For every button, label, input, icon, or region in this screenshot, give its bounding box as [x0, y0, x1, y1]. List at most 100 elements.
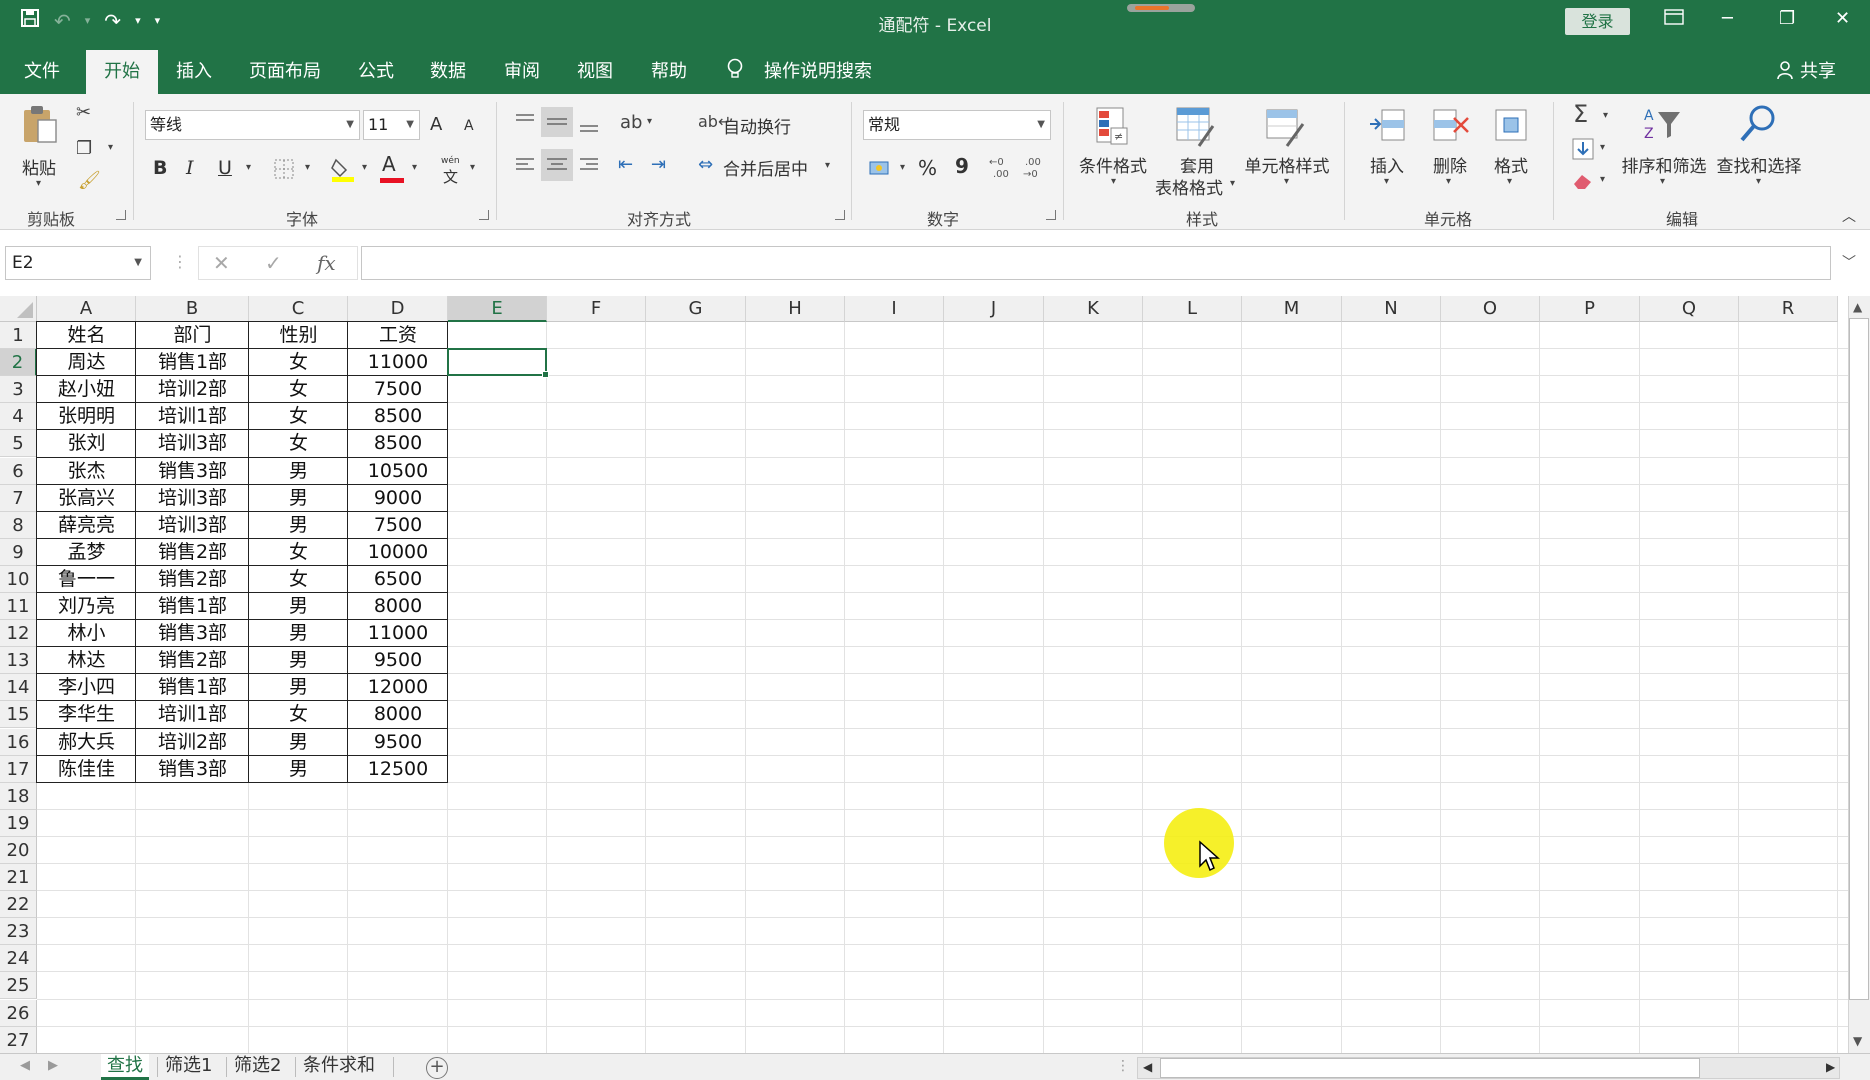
- column-header-b[interactable]: B: [136, 296, 249, 322]
- table-cell[interactable]: 培训2部: [136, 376, 249, 403]
- bold-button[interactable]: B: [153, 157, 167, 179]
- table-header-cell[interactable]: 性别: [249, 322, 348, 349]
- row-header-4[interactable]: 4: [0, 403, 37, 431]
- format-cells-label[interactable]: 格式: [1492, 152, 1530, 177]
- scroll-up-arrow[interactable]: ▲: [1853, 300, 1862, 314]
- table-cell[interactable]: 培训3部: [136, 430, 249, 457]
- sheet-tab-find[interactable]: 查找: [101, 1054, 149, 1080]
- table-cell[interactable]: 张高兴: [37, 485, 136, 512]
- select-all-button[interactable]: [0, 296, 37, 322]
- accounting-dropdown-icon[interactable]: ▾: [900, 162, 905, 173]
- table-cell[interactable]: 7500: [348, 512, 448, 539]
- table-cell[interactable]: 陈佳佳: [37, 756, 136, 783]
- scroll-right-arrow[interactable]: ▶: [1826, 1060, 1835, 1074]
- row-header-9[interactable]: 9: [0, 538, 37, 566]
- scroll-down-arrow[interactable]: ▼: [1853, 1034, 1862, 1048]
- add-sheet-button[interactable]: +: [426, 1057, 448, 1079]
- fill-down-icon[interactable]: [1572, 138, 1594, 160]
- italic-button[interactable]: I: [186, 157, 194, 179]
- align-middle-icon[interactable]: [541, 107, 573, 137]
- table-cell[interactable]: 12500: [348, 756, 448, 783]
- sheet-tab-filter1[interactable]: 筛选1: [159, 1054, 218, 1080]
- shrink-font-button[interactable]: A: [464, 118, 474, 134]
- row-header-11[interactable]: 11: [0, 593, 37, 621]
- conditional-formatting-label[interactable]: 条件格式: [1077, 152, 1149, 177]
- table-cell[interactable]: 培训3部: [136, 512, 249, 539]
- format-cells-icon[interactable]: [1492, 106, 1532, 148]
- borders-icon[interactable]: [274, 159, 294, 179]
- column-header-i[interactable]: I: [845, 296, 944, 322]
- align-left-icon[interactable]: [514, 154, 536, 176]
- sort-filter-dropdown-icon[interactable]: ▾: [1660, 176, 1665, 187]
- cell-styles-label[interactable]: 单元格样式: [1241, 152, 1333, 177]
- copy-dropdown-icon[interactable]: ▾: [108, 142, 113, 153]
- paste-icon[interactable]: [20, 104, 60, 146]
- next-sheet-icon[interactable]: ▶: [48, 1058, 58, 1073]
- fill-dropdown-icon[interactable]: ▾: [1600, 142, 1605, 153]
- find-select-label[interactable]: 查找和选择: [1713, 152, 1805, 177]
- font-color-dropdown-icon[interactable]: ▾: [412, 162, 417, 173]
- borders-dropdown-icon[interactable]: ▾: [305, 162, 310, 173]
- row-header-12[interactable]: 12: [0, 620, 37, 648]
- delete-cells-dropdown-icon[interactable]: ▾: [1446, 176, 1451, 187]
- table-cell[interactable]: 女: [249, 430, 348, 457]
- find-select-icon[interactable]: [1738, 104, 1778, 146]
- table-cell[interactable]: 男: [249, 485, 348, 512]
- row-header-21[interactable]: 21: [0, 864, 37, 892]
- collapse-ribbon-icon[interactable]: ︿: [1842, 206, 1856, 226]
- sheet-tab-conditional-sum[interactable]: 条件求和: [297, 1054, 381, 1080]
- table-cell[interactable]: 男: [249, 593, 348, 620]
- tab-page-layout[interactable]: 页面布局: [249, 57, 321, 83]
- worksheet-grid[interactable]: A B C D E F G H I J K L M N O P Q R 1 2 3 4 5 6 7 8 9 10 11 12 13 14 15 1…: [0, 296, 1848, 1053]
- row-header-15[interactable]: 15: [0, 701, 37, 729]
- table-header-cell[interactable]: 部门: [136, 322, 249, 349]
- tab-splitter-grip-icon[interactable]: ⋮: [1116, 1058, 1130, 1074]
- row-header-13[interactable]: 13: [0, 647, 37, 675]
- number-dialog-launcher[interactable]: [1046, 210, 1056, 220]
- formula-bar-grip-icon[interactable]: ⋮: [172, 252, 188, 271]
- percent-style-button[interactable]: %: [918, 156, 937, 180]
- insert-cells-dropdown-icon[interactable]: ▾: [1384, 176, 1389, 187]
- align-bottom-icon[interactable]: [578, 112, 600, 134]
- table-cell[interactable]: 9500: [348, 647, 448, 674]
- conditional-formatting-dropdown-icon[interactable]: ▾: [1111, 176, 1116, 187]
- underline-dropdown-icon[interactable]: ▾: [246, 162, 251, 173]
- delete-cells-icon[interactable]: [1430, 106, 1470, 148]
- table-cell[interactable]: 11000: [348, 349, 448, 376]
- table-cell[interactable]: 女: [249, 376, 348, 403]
- ribbon-display-options-icon[interactable]: [1664, 8, 1684, 31]
- table-cell[interactable]: 林达: [37, 647, 136, 674]
- row-header-23[interactable]: 23: [0, 918, 37, 946]
- column-header-k[interactable]: K: [1044, 296, 1143, 322]
- row-header-18[interactable]: 18: [0, 782, 37, 810]
- insert-cells-label[interactable]: 插入: [1368, 152, 1406, 177]
- minimize-icon[interactable]: ─: [1722, 8, 1733, 29]
- tab-insert[interactable]: 插入: [176, 57, 212, 83]
- table-cell[interactable]: 男: [249, 458, 348, 485]
- active-cell-selection[interactable]: [447, 348, 547, 377]
- column-header-h[interactable]: H: [746, 296, 845, 322]
- table-cell[interactable]: 男: [249, 729, 348, 756]
- table-cell[interactable]: 女: [249, 566, 348, 593]
- orientation-icon[interactable]: ab: [620, 112, 642, 133]
- table-cell[interactable]: 女: [249, 349, 348, 376]
- sheet-tab-filter2[interactable]: 筛选2: [228, 1054, 287, 1080]
- row-header-17[interactable]: 17: [0, 755, 37, 783]
- column-header-j[interactable]: J: [944, 296, 1044, 322]
- scroll-left-arrow[interactable]: ◀: [1143, 1060, 1152, 1074]
- row-header-26[interactable]: 26: [0, 999, 37, 1027]
- row-header-19[interactable]: 19: [0, 809, 37, 837]
- format-cells-dropdown-icon[interactable]: ▾: [1507, 176, 1512, 187]
- vertical-scroll-thumb[interactable]: [1849, 318, 1869, 1000]
- font-dialog-launcher[interactable]: [479, 210, 489, 220]
- fill-handle[interactable]: [542, 371, 549, 379]
- tab-formulas[interactable]: 公式: [358, 57, 394, 83]
- column-header-q[interactable]: Q: [1640, 296, 1739, 322]
- formula-input[interactable]: [361, 246, 1831, 280]
- column-header-m[interactable]: M: [1242, 296, 1342, 322]
- column-header-p[interactable]: P: [1540, 296, 1640, 322]
- delete-cells-label[interactable]: 删除: [1431, 152, 1469, 177]
- column-header-f[interactable]: F: [547, 296, 646, 322]
- column-header-a[interactable]: A: [37, 296, 136, 322]
- fill-color-icon[interactable]: [330, 156, 356, 182]
